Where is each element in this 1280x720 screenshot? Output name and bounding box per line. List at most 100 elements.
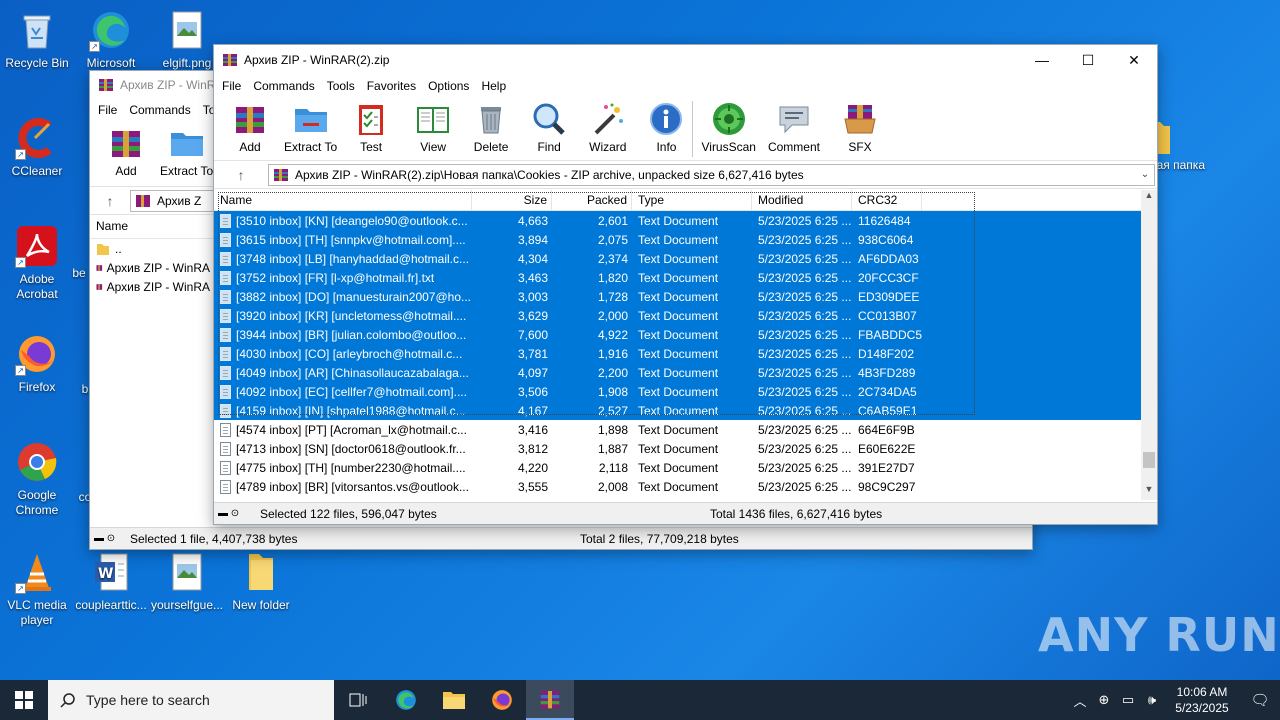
col-crc[interactable]: CRC32: [852, 190, 922, 211]
desktop-icon-edge[interactable]: ↗ Microsoft: [74, 8, 148, 71]
add-archive-icon: [112, 131, 140, 157]
virusscan-button[interactable]: VirusScan: [697, 97, 759, 154]
file-row[interactable]: [3882 inbox] [DO] [manuesturain2007@ho..…: [214, 287, 1144, 306]
back-add-button[interactable]: Add: [104, 121, 148, 178]
file-crc-cell: 391E27D7: [858, 460, 915, 475]
title-bar[interactable]: Архив ZIP - WinRAR(2).zip — ☐ ✕: [214, 45, 1157, 75]
comment-button[interactable]: Comment: [764, 97, 824, 154]
taskbar-edge[interactable]: [382, 680, 430, 720]
find-label: Find: [537, 140, 561, 154]
back-col-name[interactable]: Name: [90, 216, 210, 237]
file-row[interactable]: [4775 inbox] [TH] [number2230@hotmail...…: [214, 458, 1144, 477]
desktop-icon-ccleaner[interactable]: ↗ CCleaner: [0, 116, 74, 179]
winrar-icon: [96, 264, 103, 271]
volume-icon[interactable]: 🕪: [1140, 692, 1164, 708]
desktop-icon-vlc[interactable]: ↗ VLC media player: [0, 550, 74, 628]
edge-icon: [396, 690, 416, 710]
desktop-icon-firefox[interactable]: ↗ Firefox: [0, 332, 74, 395]
desktop-icon-recycle-bin[interactable]: Recycle Bin: [0, 8, 74, 71]
wizard-button[interactable]: Wizard: [585, 97, 630, 154]
col-packed[interactable]: Packed: [552, 190, 632, 211]
desktop-icon-acrobat[interactable]: ↗ Adobe Acrobat: [0, 224, 74, 302]
folder-icon: [239, 550, 283, 594]
chevron-up-icon[interactable]: ︿: [1068, 691, 1092, 710]
file-type-cell: Text Document: [638, 327, 719, 342]
start-button[interactable]: [0, 680, 48, 720]
image-file-icon: [165, 550, 209, 594]
file-row[interactable]: [3920 inbox] [KR] [uncletomess@hotmail..…: [214, 306, 1144, 325]
close-button[interactable]: ✕: [1111, 45, 1157, 75]
add-button[interactable]: Add: [228, 97, 272, 154]
scroll-down-icon[interactable]: ▼: [1141, 484, 1157, 500]
menu-favorites[interactable]: Favorites: [361, 79, 422, 93]
back-menu-commands[interactable]: Commands: [123, 103, 196, 117]
col-size[interactable]: Size: [472, 190, 552, 211]
info-button[interactable]: Info: [644, 97, 688, 154]
up-arrow-icon[interactable]: ↑: [214, 167, 268, 183]
desktop-icon-chrome[interactable]: Google Chrome: [0, 440, 74, 518]
file-row[interactable]: [3944 inbox] [BR] [julian.colombo@outloo…: [214, 325, 1144, 344]
menu-help[interactable]: Help: [475, 79, 512, 93]
delete-button[interactable]: Delete: [469, 97, 513, 154]
file-row[interactable]: [3748 inbox] [LB] [hanyhaddad@hotmail.c.…: [214, 249, 1144, 268]
view-book-icon: [417, 107, 450, 133]
menu-file[interactable]: File: [216, 79, 247, 93]
task-view-button[interactable]: [334, 680, 382, 720]
desktop-icon-yourselfgue[interactable]: yourselfgue...: [150, 550, 224, 613]
file-crc-cell: FBABDDC5: [858, 327, 922, 342]
taskbar-winrar[interactable]: [526, 680, 574, 720]
file-rows: [3510 inbox] [KN] [deangelo90@outlook.c.…: [214, 211, 1144, 496]
file-type-cell: Text Document: [638, 289, 719, 304]
menu-commands[interactable]: Commands: [247, 79, 320, 93]
maximize-button[interactable]: ☐: [1065, 45, 1111, 75]
test-button[interactable]: Test: [349, 97, 393, 154]
file-type-cell: Text Document: [638, 365, 719, 380]
chrome-icon: [15, 440, 59, 484]
chevron-down-icon[interactable]: ⌄: [1136, 169, 1154, 180]
desktop-icon-new-folder[interactable]: New folder: [224, 550, 298, 613]
file-row[interactable]: [4030 inbox] [CO] [arleybroch@hotmail.c.…: [214, 344, 1144, 363]
file-name-text: [3615 inbox] [TH] [snnpkv@hotmail.com]..…: [236, 232, 466, 247]
file-row[interactable]: [4159 inbox] [IN] [shpatel1988@hotmail.c…: [214, 401, 1144, 420]
extract-to-button[interactable]: Extract To: [280, 97, 341, 154]
file-row[interactable]: [4049 inbox] [AR] [Chinasollaucazabalaga…: [214, 363, 1144, 382]
find-button[interactable]: Find: [527, 97, 571, 154]
taskbar-search[interactable]: Type here to search: [48, 680, 334, 720]
back-menu-file[interactable]: File: [92, 103, 123, 117]
file-list[interactable]: Name Size Packed Type Modified CRC32 [35…: [214, 190, 1144, 500]
winrar-window[interactable]: Архив ZIP - WinRAR(2).zip — ☐ ✕ File Com…: [213, 44, 1158, 525]
text-document-icon: [220, 422, 231, 437]
taskbar-firefox[interactable]: [478, 680, 526, 720]
extract-folder-icon: [294, 109, 327, 132]
file-row[interactable]: [3615 inbox] [TH] [snnpkv@hotmail.com]..…: [214, 230, 1144, 249]
file-row[interactable]: [4789 inbox] [BR] [vitorsantos.vs@outloo…: [214, 477, 1144, 496]
file-row[interactable]: [3752 inbox] [FR] [l-xp@hotmail.fr].txt 3…: [214, 268, 1144, 287]
file-row[interactable]: [4092 inbox] [EC] [cellfer7@hotmail.com]…: [214, 382, 1144, 401]
desktop-icon-new-folder-ru[interactable]: ная папка: [1150, 118, 1260, 173]
minimize-button[interactable]: —: [1019, 45, 1065, 75]
file-row[interactable]: [4574 inbox] [PT] [Acroman_lx@hotmail.c.…: [214, 420, 1144, 439]
scroll-up-icon[interactable]: ▲: [1141, 190, 1157, 206]
desktop-icon-couplearttic[interactable]: W couplearttic...: [74, 550, 148, 613]
network-status-icon[interactable]: ⊕: [1092, 692, 1116, 708]
scroll-thumb[interactable]: [1143, 452, 1155, 468]
sfx-button[interactable]: SFX: [838, 97, 882, 154]
col-modified[interactable]: Modified: [752, 190, 852, 211]
file-row[interactable]: [4713 inbox] [SN] [doctor0618@outlook.fr…: [214, 439, 1144, 458]
col-name[interactable]: Name: [214, 190, 472, 211]
notification-icon[interactable]: 🗨: [1240, 691, 1280, 709]
view-button[interactable]: View: [407, 97, 459, 154]
menu-tools[interactable]: Tools: [321, 79, 361, 93]
taskbar-file-explorer[interactable]: [430, 680, 478, 720]
file-name-cell: [4789 inbox] [BR] [vitorsantos.vs@outloo…: [214, 479, 472, 494]
file-row[interactable]: [3510 inbox] [KN] [deangelo90@outlook.c.…: [214, 211, 1144, 230]
clock[interactable]: 10:06 AM 5/23/2025: [1164, 684, 1240, 716]
path-box[interactable]: Архив ZIP - WinRAR(2).zip\Новая папка\Co…: [268, 163, 1155, 186]
col-type[interactable]: Type: [632, 190, 752, 211]
menu-options[interactable]: Options: [422, 79, 475, 93]
back-extract-button[interactable]: Extract To: [156, 121, 217, 178]
network-icon[interactable]: ▭: [1116, 692, 1140, 708]
file-packed-cell: 1,728: [597, 289, 628, 304]
back-up-arrow-icon[interactable]: ↑: [90, 193, 130, 209]
vertical-scrollbar[interactable]: ▲ ▼: [1141, 190, 1157, 500]
